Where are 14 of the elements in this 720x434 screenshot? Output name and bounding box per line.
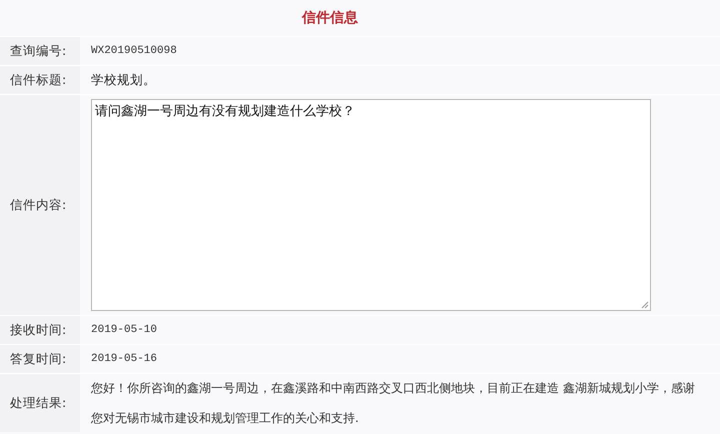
field-label: 信件标题: xyxy=(0,66,80,94)
section-title: 信件信息 xyxy=(302,9,358,27)
resize-grip-icon[interactable] xyxy=(640,300,649,309)
field-value: 学校规划。 xyxy=(91,72,156,88)
field-label: 查询编号: xyxy=(0,37,80,65)
field-label: 接收时间: xyxy=(0,316,80,344)
field-label: 信件内容: xyxy=(0,95,80,315)
reply-text: 您好！你所咨询的鑫湖一号周边，在鑫溪路和中南西路交叉口西北侧地块，目前正在建造 鑫湖新城规划小学，感谢您对无锡市城市建设和规划管理工作的关心和支持. xyxy=(91,380,696,427)
field-value: WX20190510098 xyxy=(91,45,177,57)
field-value: 2019-05-16 xyxy=(91,353,158,365)
field-label: 处理结果: xyxy=(0,374,80,432)
field-label: 答复时间: xyxy=(0,345,80,373)
field-value: 2019-05-10 xyxy=(91,324,158,336)
content-field[interactable]: 请问鑫湖一号周边有没有规划建造什么学校？ xyxy=(91,99,651,311)
